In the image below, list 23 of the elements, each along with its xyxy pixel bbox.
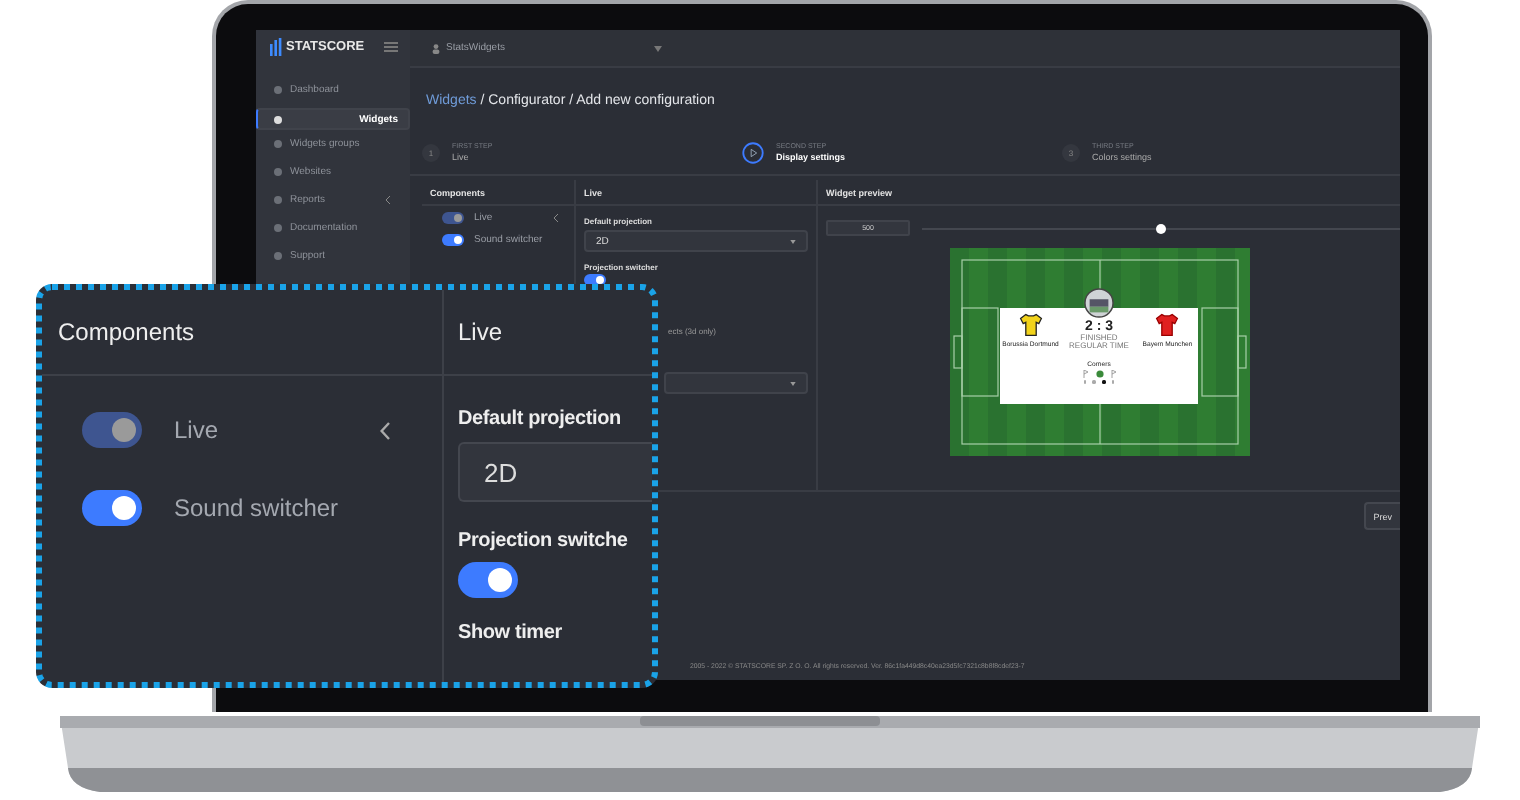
component-label: Sound switcher bbox=[174, 494, 339, 522]
toggle-switch[interactable] bbox=[458, 562, 518, 598]
toggle-switch[interactable] bbox=[82, 490, 142, 526]
component-label: Live bbox=[174, 416, 219, 444]
caret-icon bbox=[654, 45, 663, 51]
panel-header: Live bbox=[442, 290, 652, 374]
slider-thumb[interactable] bbox=[1156, 223, 1166, 233]
play-icon bbox=[742, 141, 764, 163]
field-label: Show timer bbox=[458, 622, 564, 644]
panel-header: Components bbox=[56, 316, 197, 350]
user-icon bbox=[432, 43, 440, 53]
field-label: Default projection bbox=[458, 408, 623, 430]
bars-icon bbox=[270, 38, 282, 56]
caret-icon bbox=[790, 381, 796, 385]
menu-icon[interactable] bbox=[384, 42, 398, 52]
jersey-icon bbox=[1017, 312, 1044, 338]
toggle-switch[interactable] bbox=[442, 234, 464, 246]
projection-select[interactable]: 2D bbox=[458, 442, 652, 502]
corner-flags-icon bbox=[1081, 370, 1117, 378]
field-label: Projection switche bbox=[458, 530, 630, 552]
jersey-icon bbox=[1154, 312, 1181, 338]
caret-icon bbox=[790, 239, 796, 243]
stadium-icon bbox=[1084, 288, 1114, 318]
